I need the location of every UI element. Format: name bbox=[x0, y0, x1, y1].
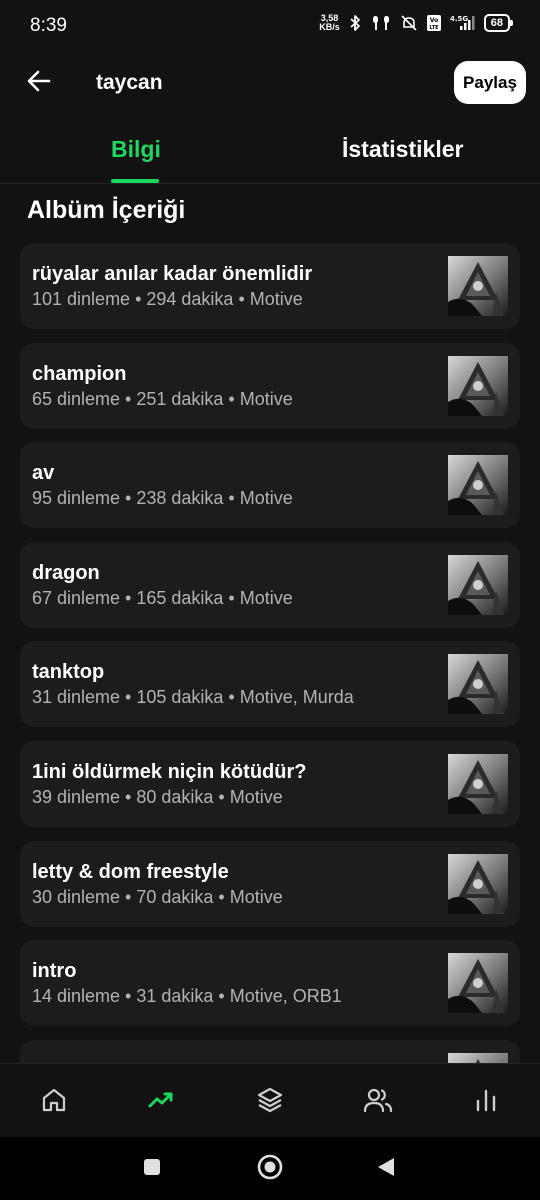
track-card[interactable] bbox=[20, 1039, 520, 1063]
svg-text:LTE: LTE bbox=[429, 25, 439, 31]
bottom-navigation bbox=[0, 1063, 540, 1138]
track-card[interactable]: tanktop 31 dinleme • 105 dakika • Motive… bbox=[20, 641, 520, 728]
track-title: av bbox=[32, 462, 55, 485]
back-button[interactable] bbox=[22, 66, 56, 100]
track-meta: 39 dinleme • 80 dakika • Motive bbox=[32, 786, 283, 807]
track-card[interactable]: rüyalar anılar kadar önemlidir 101 dinle… bbox=[20, 243, 520, 329]
svg-text:Vo: Vo bbox=[430, 17, 438, 24]
tab-info[interactable]: Bilgi bbox=[111, 136, 161, 163]
nav-trends[interactable] bbox=[141, 1082, 181, 1122]
album-cover-image bbox=[448, 654, 508, 715]
earbuds-icon bbox=[370, 14, 392, 32]
track-card[interactable]: dragon 67 dinleme • 165 dakika • Motive bbox=[20, 541, 520, 628]
track-title: rüyalar anılar kadar önemlidir bbox=[32, 263, 313, 285]
album-cover-image bbox=[448, 355, 508, 416]
status-bar: 8:39 3,58 KB/s Vo LTE 4.5G 68 bbox=[0, 0, 540, 52]
home-icon bbox=[40, 1086, 68, 1119]
track-meta: 67 dinleme • 165 dakika • Motive bbox=[32, 587, 293, 608]
signal-icon: 4.5G bbox=[450, 14, 476, 32]
status-time: 8:39 bbox=[30, 15, 67, 36]
mute-icon bbox=[400, 14, 418, 32]
nav-home[interactable] bbox=[34, 1082, 74, 1122]
album-cover-image bbox=[448, 1052, 508, 1063]
bluetooth-icon bbox=[348, 14, 362, 32]
svg-text:4.5G: 4.5G bbox=[450, 15, 468, 23]
track-meta: 65 dinleme • 251 dakika • Motive bbox=[32, 388, 293, 409]
track-meta: 30 dinleme • 70 dakika • Motive bbox=[32, 886, 283, 907]
bar-chart-icon bbox=[472, 1086, 500, 1119]
album-cover-image bbox=[448, 455, 508, 516]
network-speed: 3,58 KB/s bbox=[319, 14, 340, 32]
triangle-back-icon bbox=[375, 1156, 397, 1183]
trending-icon bbox=[147, 1086, 175, 1119]
track-card[interactable]: intro 14 dinleme • 31 dakika • Motive, O… bbox=[20, 940, 520, 1027]
tab-bar: Bilgi İstatistikler bbox=[0, 120, 540, 184]
home-button[interactable] bbox=[256, 1153, 284, 1186]
track-meta: 14 dinleme • 31 dakika • Motive, ORB1 bbox=[32, 986, 342, 1007]
square-icon bbox=[142, 1157, 162, 1182]
nav-friends[interactable] bbox=[358, 1082, 398, 1122]
track-card[interactable]: letty & dom freestyle 30 dinleme • 70 da… bbox=[20, 840, 520, 927]
track-title: dragon bbox=[32, 561, 100, 584]
album-cover-image bbox=[448, 256, 508, 316]
track-meta: 101 dinleme • 294 dakika • Motive bbox=[32, 289, 303, 309]
album-cover-image bbox=[448, 554, 508, 615]
track-title: tanktop bbox=[32, 661, 105, 684]
active-tab-indicator bbox=[111, 179, 159, 183]
layers-icon bbox=[256, 1086, 284, 1119]
album-cover-image bbox=[448, 853, 508, 914]
network-speed-unit: KB/s bbox=[319, 22, 340, 32]
share-button[interactable]: Paylaş bbox=[454, 61, 526, 104]
circle-icon bbox=[256, 1153, 284, 1186]
status-icons: 3,58 KB/s Vo LTE 4.5G 68 bbox=[319, 14, 514, 32]
track-card[interactable]: 1ini öldürmek niçin kötüdür? 39 dinleme … bbox=[20, 740, 520, 827]
track-title: champion bbox=[32, 362, 127, 385]
system-navigation-bar bbox=[0, 1137, 540, 1200]
album-cover-image bbox=[448, 953, 508, 1014]
arrow-left-icon bbox=[26, 68, 52, 99]
top-bar: taycan Paylaş bbox=[0, 52, 540, 116]
nav-library[interactable] bbox=[250, 1082, 290, 1122]
track-title: intro bbox=[32, 960, 77, 983]
section-title: Albüm İçeriği bbox=[27, 196, 186, 224]
volte-icon: Vo LTE bbox=[426, 14, 442, 32]
track-title: letty & dom freestyle bbox=[32, 860, 229, 883]
battery-indicator: 68 bbox=[483, 14, 514, 32]
track-meta: 31 dinleme • 105 dakika • Motive, Murda bbox=[32, 687, 354, 708]
track-meta: 95 dinleme • 238 dakika • Motive bbox=[32, 488, 293, 509]
album-cover-image bbox=[448, 753, 508, 814]
nav-stats[interactable] bbox=[466, 1082, 506, 1122]
track-card[interactable]: champion 65 dinleme • 251 dakika • Motiv… bbox=[20, 342, 520, 429]
recents-button[interactable] bbox=[138, 1155, 166, 1183]
track-card[interactable]: av 95 dinleme • 238 dakika • Motive bbox=[20, 442, 520, 529]
tab-statistics[interactable]: İstatistikler bbox=[342, 136, 463, 163]
track-list[interactable]: rüyalar anılar kadar önemlidir 101 dinle… bbox=[20, 243, 520, 1063]
page-title: taycan bbox=[96, 71, 163, 94]
back-system-button[interactable] bbox=[372, 1155, 400, 1183]
users-icon bbox=[363, 1086, 393, 1119]
track-title: 1ini öldürmek niçin kötüdür? bbox=[32, 760, 307, 783]
